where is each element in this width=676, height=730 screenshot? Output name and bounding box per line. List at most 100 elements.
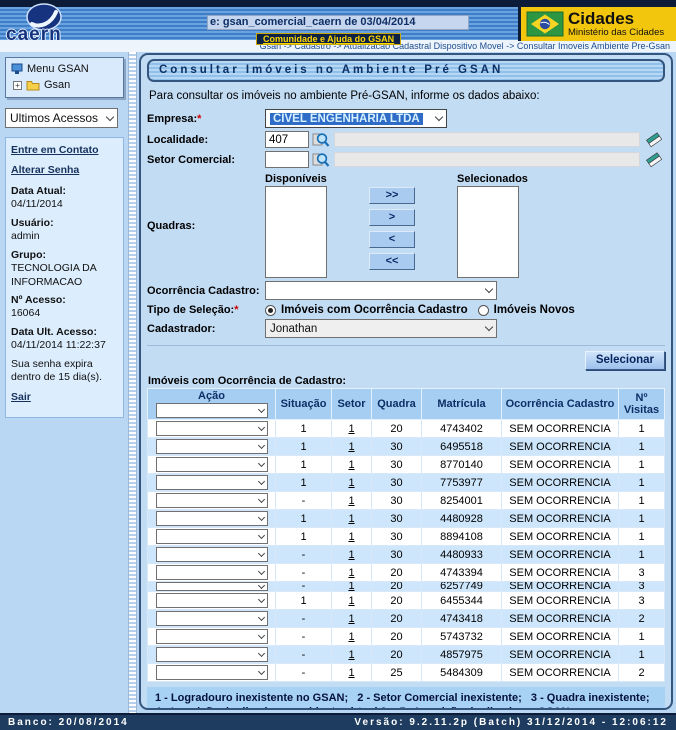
chevron-down-icon — [257, 631, 264, 638]
row-action-select[interactable] — [156, 665, 268, 680]
chevron-down-icon — [435, 113, 443, 121]
table-row: -1206257749SEM OCORRENCIA3 — [148, 582, 665, 592]
table-row: -1205743732SEM OCORRENCIA1 — [148, 628, 665, 646]
move-all-right-button[interactable]: >> — [369, 187, 415, 204]
row-action-select[interactable] — [156, 493, 268, 508]
ministerio-cidades-logo: Cidades Ministério das Cidades — [518, 7, 676, 41]
header-quadra: Quadra — [372, 389, 422, 420]
table-caption: Imóveis com Ocorrência de Cadastro: — [148, 375, 664, 387]
cell-situacao: - — [302, 613, 306, 625]
row-action-select[interactable] — [156, 439, 268, 454]
cell-setor-link[interactable]: 1 — [348, 582, 354, 592]
cell-situacao: 1 — [300, 423, 306, 435]
tree-expand-icon[interactable]: + — [13, 81, 22, 90]
cell-visitas: 3 — [638, 595, 644, 607]
cell-matricula: 5484309 — [440, 667, 483, 679]
cell-setor-link[interactable]: 1 — [348, 667, 354, 679]
row-action-select[interactable] — [156, 593, 268, 608]
cell-quadra: 20 — [390, 649, 402, 661]
setor-erase-icon[interactable] — [645, 151, 664, 168]
group-value: TECNOLOGIA DA INFORMACAO — [11, 262, 96, 287]
radio-imoveis-com-ocorrencia[interactable] — [265, 305, 276, 316]
cell-ocorrencia: SEM OCORRENCIA — [509, 477, 610, 489]
localidade-search-icon[interactable] — [312, 131, 330, 148]
cell-visitas: 1 — [638, 513, 644, 525]
cell-setor-link[interactable]: 1 — [348, 531, 354, 543]
last-access-value: 04/11/2014 11:22:37 — [11, 339, 106, 351]
chevron-down-icon — [257, 531, 264, 538]
cell-situacao: 1 — [300, 595, 306, 607]
move-right-button[interactable]: > — [369, 209, 415, 226]
cell-setor-link[interactable]: 1 — [348, 549, 354, 561]
setor-search-icon[interactable] — [312, 151, 330, 168]
ultimos-acessos-select[interactable]: Ultimos Acessos — [5, 108, 118, 128]
ocorrencia-cadastro-select[interactable] — [265, 281, 497, 300]
change-password-link[interactable]: Alterar Senha — [11, 164, 118, 177]
row-action-select[interactable] — [156, 611, 268, 626]
cell-visitas: 3 — [638, 582, 644, 592]
table-row: -1204743418SEM OCORRENCIA2 — [148, 610, 665, 628]
cadastrador-select[interactable]: Jonathan — [265, 319, 497, 338]
row-action-select[interactable] — [156, 421, 268, 436]
cell-ocorrencia: SEM OCORRENCIA — [509, 531, 610, 543]
acao-header-select[interactable] — [156, 403, 268, 418]
row-action-select[interactable] — [156, 511, 268, 526]
cell-ocorrencia: SEM OCORRENCIA — [509, 613, 610, 625]
localidade-input[interactable] — [265, 131, 309, 148]
radio-imoveis-novos[interactable] — [478, 305, 489, 316]
body: Menu GSAN + Gsan Ultimos Acessos Entre e… — [0, 52, 676, 713]
main-panel: Consultar Imóveis no Ambiente Pré GSAN P… — [139, 53, 673, 710]
quadras-selecionados-list[interactable] — [457, 186, 519, 278]
logout-link[interactable]: Sair — [11, 391, 118, 404]
cell-setor-link[interactable]: 1 — [348, 631, 354, 643]
selecionar-button[interactable]: Selecionar — [585, 351, 665, 370]
radio-label-imoveis-com-ocorrencia: Imóveis com Ocorrência Cadastro — [281, 304, 468, 316]
current-date-group: Data Atual: 04/11/2014 — [11, 185, 118, 212]
move-all-left-button[interactable]: << — [369, 253, 415, 270]
gsan-help-link[interactable]: Comunidade e Ajuda do GSAN — [256, 33, 401, 45]
cell-visitas: 1 — [638, 549, 644, 561]
cell-matricula: 6495518 — [440, 441, 483, 453]
cell-setor-link[interactable]: 1 — [348, 595, 354, 607]
chevron-down-icon — [257, 423, 264, 430]
row-action-select[interactable] — [156, 629, 268, 644]
cell-setor-link[interactable]: 1 — [348, 649, 354, 661]
cell-setor-link[interactable]: 1 — [348, 613, 354, 625]
setor-comercial-input[interactable] — [265, 151, 309, 168]
row-action-select[interactable] — [156, 565, 268, 580]
table-row: 11307753977SEM OCORRENCIA1 — [148, 474, 665, 492]
row-action-select[interactable] — [156, 457, 268, 472]
row-action-select[interactable] — [156, 547, 268, 562]
sidebar: Menu GSAN + Gsan Ultimos Acessos Entre e… — [0, 52, 128, 713]
cell-matricula: 4857975 — [440, 649, 483, 661]
table-row: 11306495518SEM OCORRENCIA1 — [148, 438, 665, 456]
empresa-select[interactable]: CIVEL ENGENHARIA LTDA — [265, 109, 447, 128]
contact-link[interactable]: Entre em Contato — [11, 144, 118, 157]
row-action-select[interactable] — [156, 647, 268, 662]
tree-item-gsan[interactable]: Gsan — [44, 79, 70, 91]
chevron-down-icon — [257, 495, 264, 502]
quadras-disponiveis-list[interactable] — [265, 186, 327, 278]
cell-matricula: 5743732 — [440, 631, 483, 643]
cell-setor-link[interactable]: 1 — [348, 477, 354, 489]
cell-setor-link[interactable]: 1 — [348, 567, 354, 579]
header-ocorrencia: Ocorrência Cadastro — [502, 389, 619, 420]
chevron-down-icon — [485, 285, 493, 293]
cell-setor-link[interactable]: 1 — [348, 441, 354, 453]
chevron-down-icon — [257, 441, 264, 448]
cell-setor-link[interactable]: 1 — [348, 423, 354, 435]
chevron-down-icon — [257, 667, 264, 674]
group-group: Grupo: TECNOLOGIA DA INFORMACAO — [11, 249, 118, 289]
cell-setor-link[interactable]: 1 — [348, 459, 354, 471]
row-action-select[interactable] — [156, 582, 268, 591]
move-left-button[interactable]: < — [369, 231, 415, 248]
cell-setor-link[interactable]: 1 — [348, 513, 354, 525]
row-action-select[interactable] — [156, 529, 268, 544]
user-info-box: Entre em Contato Alterar Senha Data Atua… — [5, 137, 124, 418]
localidade-erase-icon[interactable] — [645, 131, 664, 148]
row-action-select[interactable] — [156, 475, 268, 490]
chevron-down-icon — [257, 459, 264, 466]
cell-ocorrencia: SEM OCORRENCIA — [509, 549, 610, 561]
cell-visitas: 1 — [638, 649, 644, 661]
cell-setor-link[interactable]: 1 — [348, 495, 354, 507]
